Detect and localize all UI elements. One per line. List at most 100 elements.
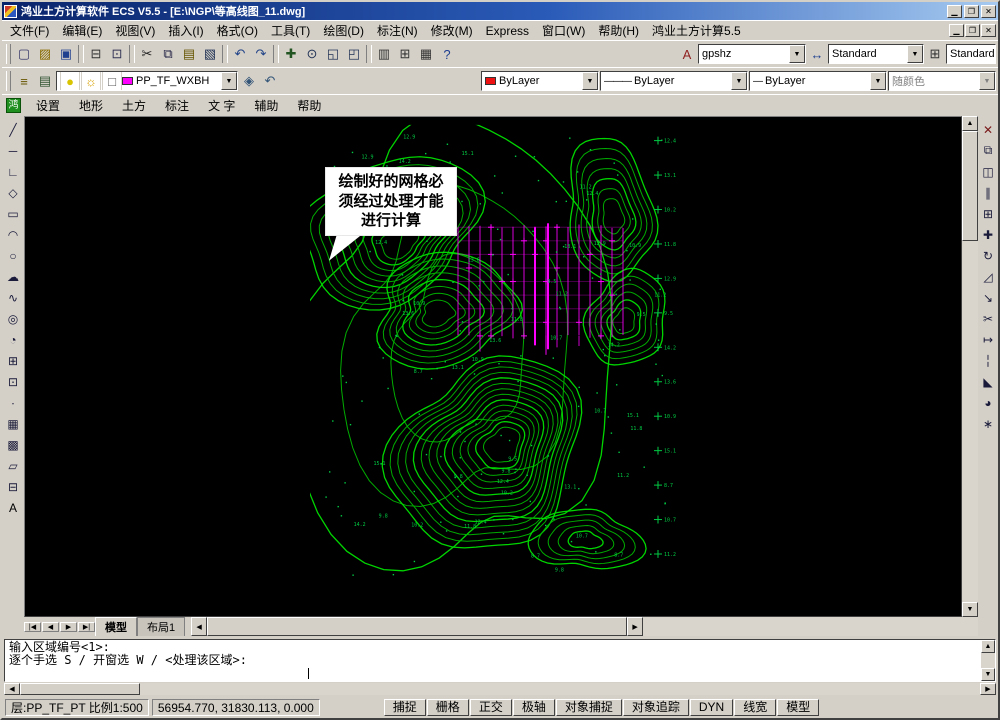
toolbar-grip[interactable]: [6, 44, 11, 64]
gradient-icon[interactable]: ▩: [3, 434, 23, 455]
menu-item-1[interactable]: 编辑(E): [56, 21, 108, 40]
region-icon[interactable]: ▱: [3, 455, 23, 476]
arc-icon[interactable]: ◠: [3, 224, 23, 245]
point-icon[interactable]: ∙: [3, 392, 23, 413]
lineweight-combo[interactable]: — ByLayer ▼: [749, 71, 887, 91]
toolpalettes-icon[interactable]: ▦: [416, 44, 436, 64]
fillet-icon[interactable]: ◕: [978, 392, 998, 413]
rotate-icon[interactable]: ↻: [978, 245, 998, 266]
ellipse-arc-icon[interactable]: ◔: [3, 329, 23, 350]
explode-icon[interactable]: ∗: [978, 413, 998, 434]
chevron-down-icon[interactable]: ▼: [221, 72, 237, 90]
menu-item-2[interactable]: 视图(V): [109, 21, 161, 40]
plot-preview-icon[interactable]: ⊡: [107, 44, 127, 64]
polyline-icon[interactable]: ∟: [3, 161, 23, 182]
layer-thaw-icon[interactable]: ☼: [81, 72, 101, 90]
status-toggle-0[interactable]: 捕捉: [383, 698, 426, 716]
cut-icon[interactable]: ✂: [137, 44, 157, 64]
close-button[interactable]: ✕: [981, 4, 996, 18]
tab-nav-1[interactable]: ◀: [42, 621, 59, 632]
polygon-icon[interactable]: ◇: [3, 182, 23, 203]
ellipse-icon[interactable]: ◎: [3, 308, 23, 329]
trim-icon[interactable]: ✂: [978, 308, 998, 329]
array-icon[interactable]: ⊞: [978, 203, 998, 224]
menu-item-11[interactable]: 帮助(H): [592, 21, 645, 40]
zoom-realtime-icon[interactable]: ⊙: [302, 44, 322, 64]
status-toggle-4[interactable]: 对象捕捉: [555, 698, 622, 716]
scroll-left-icon[interactable]: ◀: [4, 683, 20, 695]
drawing-canvas[interactable]: 10.7 11.2 9.8 12.4 13.1 10.2 11.8 12.9 9.5 14.2 13…: [24, 116, 962, 617]
help-icon[interactable]: ?: [437, 44, 457, 64]
table-icon[interactable]: ⊟: [3, 476, 23, 497]
app-menu-item-3[interactable]: 标注: [156, 95, 198, 116]
chevron-down-icon[interactable]: ▼: [789, 45, 805, 63]
minimize-button[interactable]: ▁: [947, 4, 962, 18]
pan-icon[interactable]: ✚: [281, 44, 301, 64]
status-toggle-7[interactable]: 线宽: [734, 698, 777, 716]
stretch-icon[interactable]: ↘: [978, 287, 998, 308]
status-toggle-6[interactable]: DYN: [689, 698, 734, 716]
title-bar[interactable]: 鸿业土方计算软件 ECS V5.5 - [E:\NGP\等高线图_11.dwg]…: [2, 2, 998, 20]
dim-style-combo[interactable]: Standard ▼: [828, 44, 924, 64]
insert-block-icon[interactable]: ⊞: [3, 350, 23, 371]
make-object-layer-current-icon[interactable]: ◈: [239, 71, 259, 91]
open-folder-icon[interactable]: ▨: [35, 44, 55, 64]
scroll-down-icon[interactable]: ▼: [981, 668, 995, 681]
offset-icon[interactable]: ∥: [978, 182, 998, 203]
chevron-down-icon[interactable]: ▼: [731, 72, 747, 90]
doc-minimize-button[interactable]: ▁: [949, 24, 964, 37]
command-horizontal-scrollbar[interactable]: ◀ ▶: [4, 683, 996, 695]
maximize-button[interactable]: ❐: [964, 4, 979, 18]
layer-manager-icon[interactable]: ≡: [14, 71, 34, 91]
previous-layer-icon[interactable]: ↶: [260, 71, 280, 91]
zoom-previous-icon[interactable]: ◰: [344, 44, 364, 64]
copy-object-icon[interactable]: ⧉: [978, 140, 998, 161]
new-file-icon[interactable]: ▢: [14, 44, 34, 64]
scroll-right-icon[interactable]: ▶: [627, 617, 644, 636]
app-menu-item-5[interactable]: 辅助: [245, 95, 287, 116]
menu-item-3[interactable]: 插入(I): [162, 21, 209, 40]
scrollbar-thumb[interactable]: [20, 683, 140, 695]
break-icon[interactable]: ╎: [978, 350, 998, 371]
plot-style-combo[interactable]: 随颜色 ▼: [888, 71, 996, 91]
zoom-window-icon[interactable]: ◱: [323, 44, 343, 64]
mirror-icon[interactable]: ◫: [978, 161, 998, 182]
status-toggle-3[interactable]: 极轴: [512, 698, 555, 716]
circle-icon[interactable]: ○: [3, 245, 23, 266]
menu-item-5[interactable]: 工具(T): [265, 21, 316, 40]
canvas-vertical-scrollbar[interactable]: ▲ ▼: [962, 116, 978, 617]
hatch-icon[interactable]: ▦: [3, 413, 23, 434]
tab-nav-2[interactable]: ▶: [60, 621, 77, 632]
match-properties-icon[interactable]: ▧: [200, 44, 220, 64]
xline-icon[interactable]: ─: [3, 140, 23, 161]
command-history[interactable]: 输入区域编号<1>: 逐个手选 S / 开窗选 W / <处理该区域>:: [5, 640, 981, 681]
status-toggle-1[interactable]: 栅格: [426, 698, 469, 716]
menu-item-4[interactable]: 格式(O): [211, 21, 264, 40]
line-icon[interactable]: ╱: [3, 119, 23, 140]
chevron-down-icon[interactable]: ▼: [979, 72, 995, 90]
app-menu-item-1[interactable]: 地形: [70, 95, 112, 116]
command-input-line[interactable]: [9, 667, 977, 680]
menu-item-10[interactable]: 窗口(W): [536, 21, 591, 40]
app-menu-item-2[interactable]: 土方: [113, 95, 155, 116]
chevron-down-icon[interactable]: ▼: [870, 72, 886, 90]
menu-item-0[interactable]: 文件(F): [4, 21, 55, 40]
table-style-combo[interactable]: Standard: [946, 44, 996, 64]
toolbar-grip[interactable]: [6, 71, 11, 91]
paste-icon[interactable]: ▤: [179, 44, 199, 64]
scrollbar-thumb[interactable]: [962, 131, 978, 241]
menu-item-12[interactable]: 鸿业土方计算5.5: [646, 21, 747, 40]
save-icon[interactable]: ▣: [56, 44, 76, 64]
tab-model[interactable]: 模型: [95, 617, 137, 636]
command-vertical-scrollbar[interactable]: ▲ ▼: [981, 640, 995, 681]
scroll-up-icon[interactable]: ▲: [981, 640, 995, 653]
layer-unlock-icon[interactable]: □: [102, 72, 122, 90]
scale-icon[interactable]: ◿: [978, 266, 998, 287]
menu-item-6[interactable]: 绘图(D): [317, 21, 370, 40]
redo-icon[interactable]: ↷: [251, 44, 271, 64]
designcenter-icon[interactable]: ⊞: [395, 44, 415, 64]
doc-close-button[interactable]: ✕: [981, 24, 996, 37]
menu-item-8[interactable]: 修改(M): [425, 21, 479, 40]
layer-states-icon[interactable]: ▤: [35, 71, 55, 91]
tab-layout1[interactable]: 布局1: [137, 617, 186, 636]
